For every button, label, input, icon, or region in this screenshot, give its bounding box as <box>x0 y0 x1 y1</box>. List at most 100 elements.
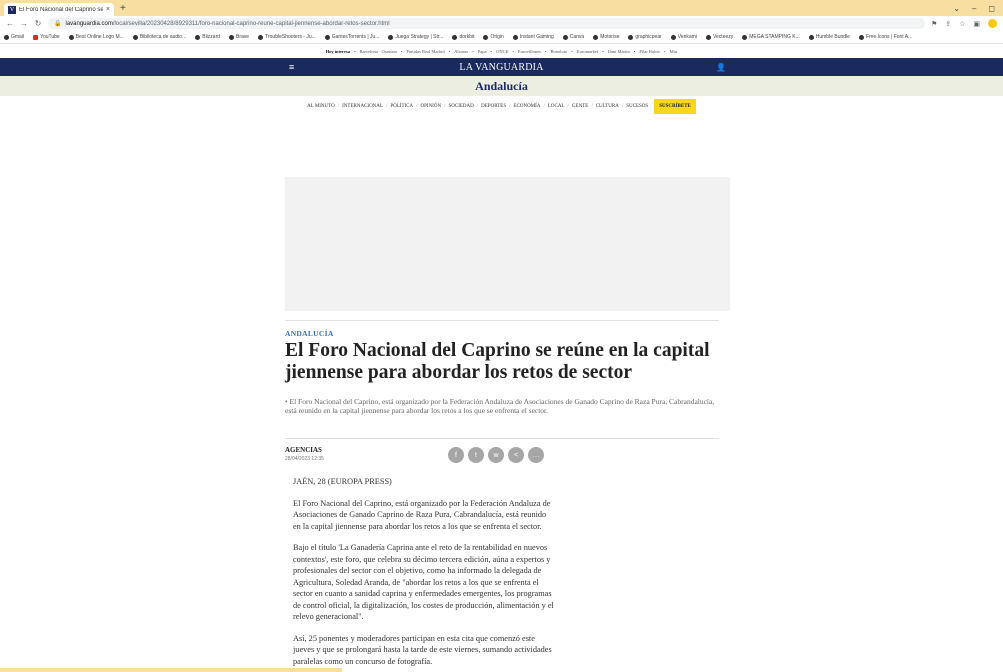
tab-search-icon[interactable]: ⌄ <box>953 4 960 13</box>
bookmark-label: Free Icons | Font A... <box>865 34 913 40</box>
article-kicker[interactable]: ANDALUCÍA <box>285 329 334 338</box>
bookmark-favicon-icon <box>324 34 330 40</box>
browser-tab[interactable]: V El Foro Nacional del Caprino se r × <box>4 3 114 16</box>
section-nav-link[interactable]: DEPORTES <box>481 104 506 109</box>
nav-separator: / <box>385 103 388 109</box>
trending-topic-link[interactable]: Alcaraz <box>454 49 468 54</box>
url-path: /local/sevilla/20230428/8929311/foro-nac… <box>112 20 390 27</box>
hamburger-menu-icon[interactable]: ≡ <box>289 62 294 72</box>
bookmark-item[interactable]: Gmail <box>4 34 24 40</box>
section-nav-link[interactable]: INTERNACIONAL <box>342 104 383 109</box>
ad-placeholder <box>285 177 730 311</box>
trending-label: Hoy interesa <box>325 48 350 54</box>
section-nav-link[interactable]: LOCAL <box>548 104 565 109</box>
back-arrow-icon[interactable]: ← <box>6 19 14 28</box>
topic-separator: • <box>664 48 666 54</box>
article-date: 28/04/2023 12:35 <box>285 456 324 462</box>
section-nav-link[interactable]: ECONOMÍA <box>514 104 541 109</box>
forward-arrow-icon[interactable]: → <box>20 19 28 28</box>
trending-topic-link[interactable]: Barcelona · Osasuna <box>360 49 397 54</box>
twitter-icon[interactable]: t <box>468 447 484 463</box>
trending-topic-link[interactable]: Más <box>670 49 678 54</box>
section-nav-link[interactable]: POLÍTICA <box>390 104 413 109</box>
whatsapp-icon[interactable]: w <box>488 447 504 463</box>
bookmark-item[interactable]: dorkbit <box>452 34 474 40</box>
bookmark-item[interactable]: YouTube <box>33 34 60 40</box>
nav-separator: / <box>567 103 569 109</box>
maximize-icon[interactable]: ◻ <box>988 4 995 13</box>
trending-topics-bar: Hoy interesa • Barcelona · Osasuna • Partid… <box>0 44 1003 58</box>
bookmark-favicon-icon <box>33 34 39 40</box>
bookmark-label: Humble Bundle <box>815 34 850 40</box>
url-input[interactable]: 🔒 lavanguardia.com/local/sevilla/2023042… <box>48 18 925 29</box>
tab-close-icon[interactable]: × <box>106 6 110 13</box>
bookmark-item[interactable]: Free Icons | Font A... <box>858 34 913 40</box>
bookmark-item[interactable]: Canva <box>562 34 584 40</box>
trending-topic-link[interactable]: Papa <box>478 49 487 54</box>
section-title[interactable]: Andalucía <box>0 76 1003 96</box>
bookmark-label: Origin <box>490 34 504 40</box>
site-logo[interactable]: LA VANGUARDIA <box>0 62 1003 73</box>
translate-icon[interactable]: ⚑ <box>931 20 937 28</box>
trending-topic-link[interactable]: ONCE <box>496 49 508 54</box>
bookmark-item[interactable]: Vecteezy <box>705 34 733 40</box>
section-nav-link[interactable]: GENTE <box>572 104 588 109</box>
bookmark-favicon-icon <box>858 34 864 40</box>
tab-title: El Foro Nacional del Caprino se r <box>19 6 103 13</box>
minimize-icon[interactable]: – <box>972 4 976 13</box>
toolbar-actions: ⚑ ⇪ ☆ ▣ <box>931 19 997 28</box>
bookmark-label: graphicpear <box>635 34 662 40</box>
article-author[interactable]: AGENCIAS <box>285 446 322 454</box>
bookmark-favicon-icon <box>388 34 394 40</box>
reload-icon[interactable]: ↻ <box>34 19 42 28</box>
bookmark-item[interactable]: Brave <box>229 34 249 40</box>
bookmark-favicon-icon <box>229 34 235 40</box>
trending-topic-link[interactable]: Bonoloto <box>551 49 568 54</box>
divider <box>285 320 719 321</box>
bookmark-item[interactable]: Venkami <box>670 34 697 40</box>
share-icon[interactable]: < <box>508 447 524 463</box>
user-account-icon[interactable]: 👤 <box>716 63 726 72</box>
bookmark-item[interactable]: Motorise <box>593 34 619 40</box>
topic-separator: • <box>490 48 493 54</box>
bookmark-label: Instant Gaming <box>519 34 554 40</box>
section-nav-link[interactable]: AL MINUTO <box>307 104 335 109</box>
comment-icon[interactable]: … <box>528 447 544 463</box>
bookmark-item[interactable]: GamesTorrents | Ju... <box>324 34 379 40</box>
article-paragraph: Así, 25 ponentes y moderadores participa… <box>293 633 552 666</box>
bookmark-item[interactable]: MEGA STAMPING K... <box>742 34 800 40</box>
nav-separator: / <box>416 103 418 109</box>
bookmark-label: Venkami <box>677 34 697 40</box>
bookmark-item[interactable]: Biblioteca de audio... <box>132 34 187 40</box>
bookmark-item[interactable]: graphicpear <box>628 34 662 40</box>
new-tab-button[interactable]: + <box>120 3 126 14</box>
facebook-icon[interactable]: f <box>448 447 464 463</box>
trending-topic-link[interactable]: Dani Martín <box>608 49 630 54</box>
bookmark-star-icon[interactable]: ☆ <box>959 20 965 28</box>
bookmark-item[interactable]: Instant Gaming <box>512 34 554 40</box>
bookmark-label: Biblioteca de audio... <box>139 34 187 40</box>
bookmark-item[interactable]: Juega Strategy | Str... <box>388 34 443 40</box>
subscribe-button[interactable]: SUSCRÍBETE <box>654 98 696 114</box>
section-nav-link[interactable]: SUCESOS <box>626 104 648 109</box>
topic-separator: • <box>512 48 514 54</box>
trending-topic-link[interactable]: Eurovillones <box>518 49 541 54</box>
side-panel-icon[interactable]: ▣ <box>973 20 980 28</box>
bookmark-item[interactable]: Origin <box>483 34 504 40</box>
bookmark-item[interactable]: Best Online Logo M... <box>68 34 124 40</box>
trending-topic-link[interactable]: Pilar Rubio <box>639 49 660 54</box>
bookmark-label: MEGA STAMPING K... <box>749 34 800 40</box>
browser-tabbar: V El Foro Nacional del Caprino se r × + … <box>0 0 1003 16</box>
bookmark-label: Brave <box>236 34 250 40</box>
bookmark-item[interactable]: TroubleShooters - Ju... <box>258 34 316 40</box>
web-page: Hoy interesa • Barcelona · Osasuna • Partid… <box>0 44 1003 672</box>
section-nav-link[interactable]: OPINIÓN <box>421 104 442 109</box>
bookmark-item[interactable]: Blizzard <box>195 34 220 40</box>
section-nav-link[interactable]: SOCIEDAD <box>448 104 473 109</box>
bookmark-item[interactable]: Humble Bundle <box>808 34 850 40</box>
share-page-icon[interactable]: ⇪ <box>945 20 951 28</box>
trending-topic-link[interactable]: Euromarket <box>577 49 598 54</box>
profile-avatar[interactable] <box>988 19 997 28</box>
section-nav-link[interactable]: CULTURA <box>596 104 619 109</box>
trending-topic-link[interactable]: Partidas Real Madrid <box>406 49 444 54</box>
